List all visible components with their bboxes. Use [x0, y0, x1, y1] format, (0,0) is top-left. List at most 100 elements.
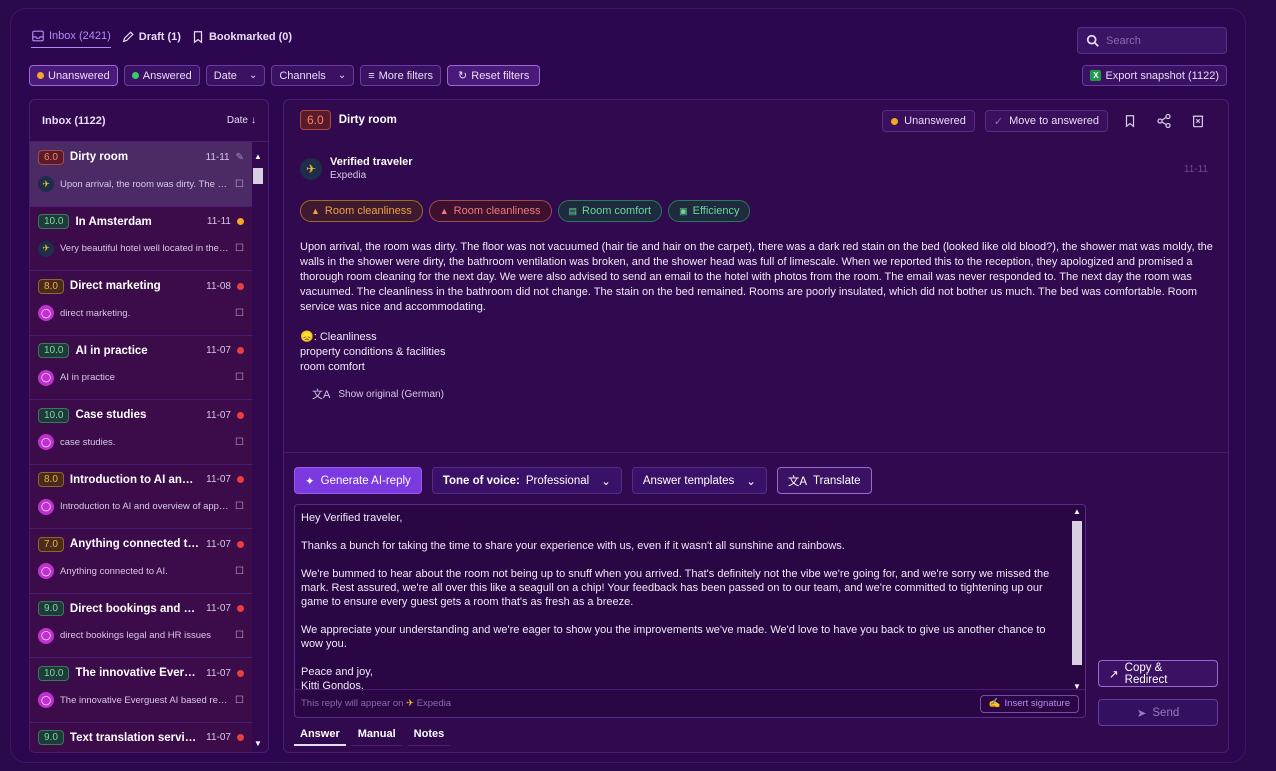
search-box[interactable] — [1077, 27, 1227, 54]
list-item[interactable]: 10.0 In Amsterdam 11-11 ✈ Very beautiful hot… — [30, 206, 252, 271]
reply-editor[interactable]: Hey Verified traveler, Thanks a bunch fo… — [294, 504, 1086, 718]
list-item[interactable]: 9.0Text translation services11-07◯Text t… — [30, 722, 252, 752]
topic-tag[interactable]: ▲ Room cleanliness — [300, 200, 423, 222]
bookmark-icon[interactable]: ☐ — [235, 308, 244, 319]
copy-redirect-button[interactable]: ↗ Copy & Redirect — [1098, 660, 1218, 687]
review-date: 11-11 — [1183, 164, 1208, 175]
insert-signature-button[interactable]: ✍ Insert signature — [979, 694, 1079, 713]
list-item[interactable]: 8.0 Direct marketing 11-08 ◯ direct marketin… — [30, 271, 252, 336]
chevron-down-icon: ⌄ — [746, 475, 756, 488]
topic-tags: ▲ Room cleanliness ▲ Room cleanliness ▤ Room … — [300, 200, 751, 222]
bookmark-icon[interactable]: ☐ — [235, 437, 244, 448]
item-date: 11-07 — [206, 474, 231, 485]
more-filters-button[interactable]: ≡ More filters — [360, 65, 442, 86]
bed-icon: ▤ — [568, 205, 578, 216]
check-icon: ✓ — [993, 115, 1004, 128]
expedia-icon: ✈ — [300, 157, 322, 180]
reset-filters-button[interactable]: ↻ Reset filters — [447, 65, 541, 86]
list-item[interactable]: 10.0 Case studies 11-07 ◯ case studies. ☐ — [30, 400, 252, 465]
status-dot — [237, 282, 244, 290]
filter-channels[interactable]: Channels ⌄ — [271, 65, 355, 86]
scroll-thumb[interactable] — [253, 168, 263, 184]
share-button[interactable] — [1152, 110, 1176, 132]
tab-manual[interactable]: Manual — [351, 726, 402, 746]
review-text: Upon arrival, the room was dirty. The fl… — [300, 241, 1213, 313]
translate-icon: 文A — [787, 475, 808, 488]
translate-button[interactable]: 文A Translate — [776, 467, 872, 494]
bookmark-button[interactable] — [1118, 110, 1142, 132]
item-snippet: Upon arrival, the room was dirty. The fl… — [60, 178, 229, 190]
list-title: Inbox (1122) — [42, 114, 106, 127]
send-button[interactable]: ➤ Send — [1098, 699, 1218, 726]
move-to-answered-button[interactable]: ✓ Move to answered — [984, 110, 1108, 132]
tab-notes[interactable]: Notes — [407, 726, 451, 746]
export-snapshot-button[interactable]: X Export snapshot (1122) — [1082, 65, 1227, 86]
generate-ai-reply-button[interactable]: ✦ Generate AI-reply — [294, 467, 422, 494]
item-title: In Amsterdam — [75, 215, 152, 228]
bookmark-icon[interactable]: ☐ — [235, 501, 244, 512]
detail-score-badge: 6.0 — [300, 110, 331, 130]
scroll-down-icon[interactable]: ▼ — [254, 739, 262, 748]
list-item[interactable]: 10.0 The innovative Everguest AI 11-07 ◯ The… — [30, 658, 252, 723]
score-badge: 9.0 — [38, 601, 64, 616]
expedia-icon: ✈ — [38, 176, 54, 192]
bookmark-icon[interactable]: ☐ — [235, 695, 244, 706]
item-title: Direct marketing — [69, 280, 161, 292]
item-snippet: case studies. — [60, 436, 116, 448]
list-scrollbar[interactable]: ▲ ▼ — [252, 148, 264, 748]
message-icon: ◯ — [38, 563, 54, 579]
reply-side-actions: ↗ Copy & Redirect ➤ Send — [1098, 660, 1218, 726]
tab-inbox[interactable]: Inbox (2421) — [31, 29, 111, 48]
detail-actions: Unanswered ✓ Move to answered — [882, 110, 1210, 132]
show-original-button[interactable]: 文A Show original (German) — [312, 386, 444, 402]
item-date: 11-07 — [206, 667, 231, 679]
more-filters-label: More filters — [378, 69, 434, 82]
tab-answer[interactable]: Answer — [294, 726, 346, 746]
filter-lines-icon: ≡ — [368, 69, 375, 82]
top-tabs: Inbox (2421) Draft (1) Bookmarked (0) — [31, 29, 292, 48]
scroll-up-icon[interactable]: ▲ — [254, 152, 262, 161]
item-title: Dirty room — [69, 151, 129, 163]
list-item[interactable]: 8.0 Introduction to AI and overview 11-07 ◯… — [30, 464, 252, 529]
score-badge: 6.0 — [38, 149, 64, 165]
topic-tag[interactable]: ▣ Efficiency — [668, 200, 751, 222]
item-snippet: The innovative Everguest AI based reply … — [60, 694, 230, 706]
item-date: 11-07 — [206, 538, 231, 550]
tab-draft[interactable]: Draft (1) — [121, 30, 181, 48]
bookmark-icon[interactable]: ☐ — [235, 179, 244, 190]
scroll-up-icon[interactable]: ▲ — [1073, 507, 1081, 516]
unanswered-dot — [37, 72, 44, 79]
filter-date[interactable]: Date ⌄ — [205, 65, 266, 86]
tone-of-voice-select[interactable]: Tone of voice: Professional ⌄ — [431, 467, 622, 494]
reply-scrollbar[interactable]: ▲ ▼ — [1071, 507, 1083, 691]
tab-bookmarked[interactable]: Bookmarked (0) — [191, 30, 292, 48]
topic-tag[interactable]: ▤ Room comfort — [557, 200, 663, 222]
list-item[interactable]: 9.0 Direct bookings and HR issues 11-07 ◯ di… — [30, 593, 252, 658]
bookmark-icon[interactable]: ☐ — [235, 372, 244, 383]
filter-answered[interactable]: Answered — [123, 65, 200, 86]
reply-textarea[interactable]: Hey Verified traveler, Thanks a bunch fo… — [301, 511, 1061, 693]
scroll-thumb[interactable] — [1072, 521, 1082, 665]
move-label: Move to answered — [1009, 115, 1099, 127]
filter-unanswered[interactable]: Unanswered — [29, 65, 118, 86]
sort-date-button[interactable]: Date ↓ — [227, 115, 256, 126]
list-item[interactable]: 10.0 AI in practice 11-07 ◯ AI in practice ☐ — [30, 335, 252, 400]
bookmark-icon[interactable]: ☐ — [235, 243, 244, 254]
answer-templates-select[interactable]: Answer templates ⌄ — [631, 467, 767, 494]
status-badge[interactable]: Unanswered — [882, 110, 975, 132]
category-line-1: : Cleanliness — [313, 331, 377, 343]
delete-button[interactable] — [1186, 110, 1210, 132]
list-item[interactable]: 7.0 Anything connected to AI 11-07 ◯ Anythin… — [30, 529, 252, 594]
search-input[interactable] — [1106, 34, 1216, 47]
topic-tag[interactable]: ▲ Room cleanliness — [428, 200, 552, 222]
score-badge: 10.0 — [38, 214, 70, 229]
message-icon: ◯ — [38, 627, 54, 644]
sort-label: Date — [226, 115, 248, 126]
item-title: Case studies — [75, 409, 147, 421]
item-snippet: Very beautiful hotel well located in the… — [60, 243, 229, 254]
list-item[interactable]: 6.0 Dirty room 11-11 ✎ ✈ Upon arrival, the ro… — [30, 142, 252, 207]
bookmark-icon[interactable]: ☐ — [235, 630, 244, 641]
bookmark-icon[interactable]: ☐ — [235, 566, 244, 577]
item-date: 11-11 — [205, 151, 230, 163]
item-date: 11-07 — [206, 603, 231, 614]
